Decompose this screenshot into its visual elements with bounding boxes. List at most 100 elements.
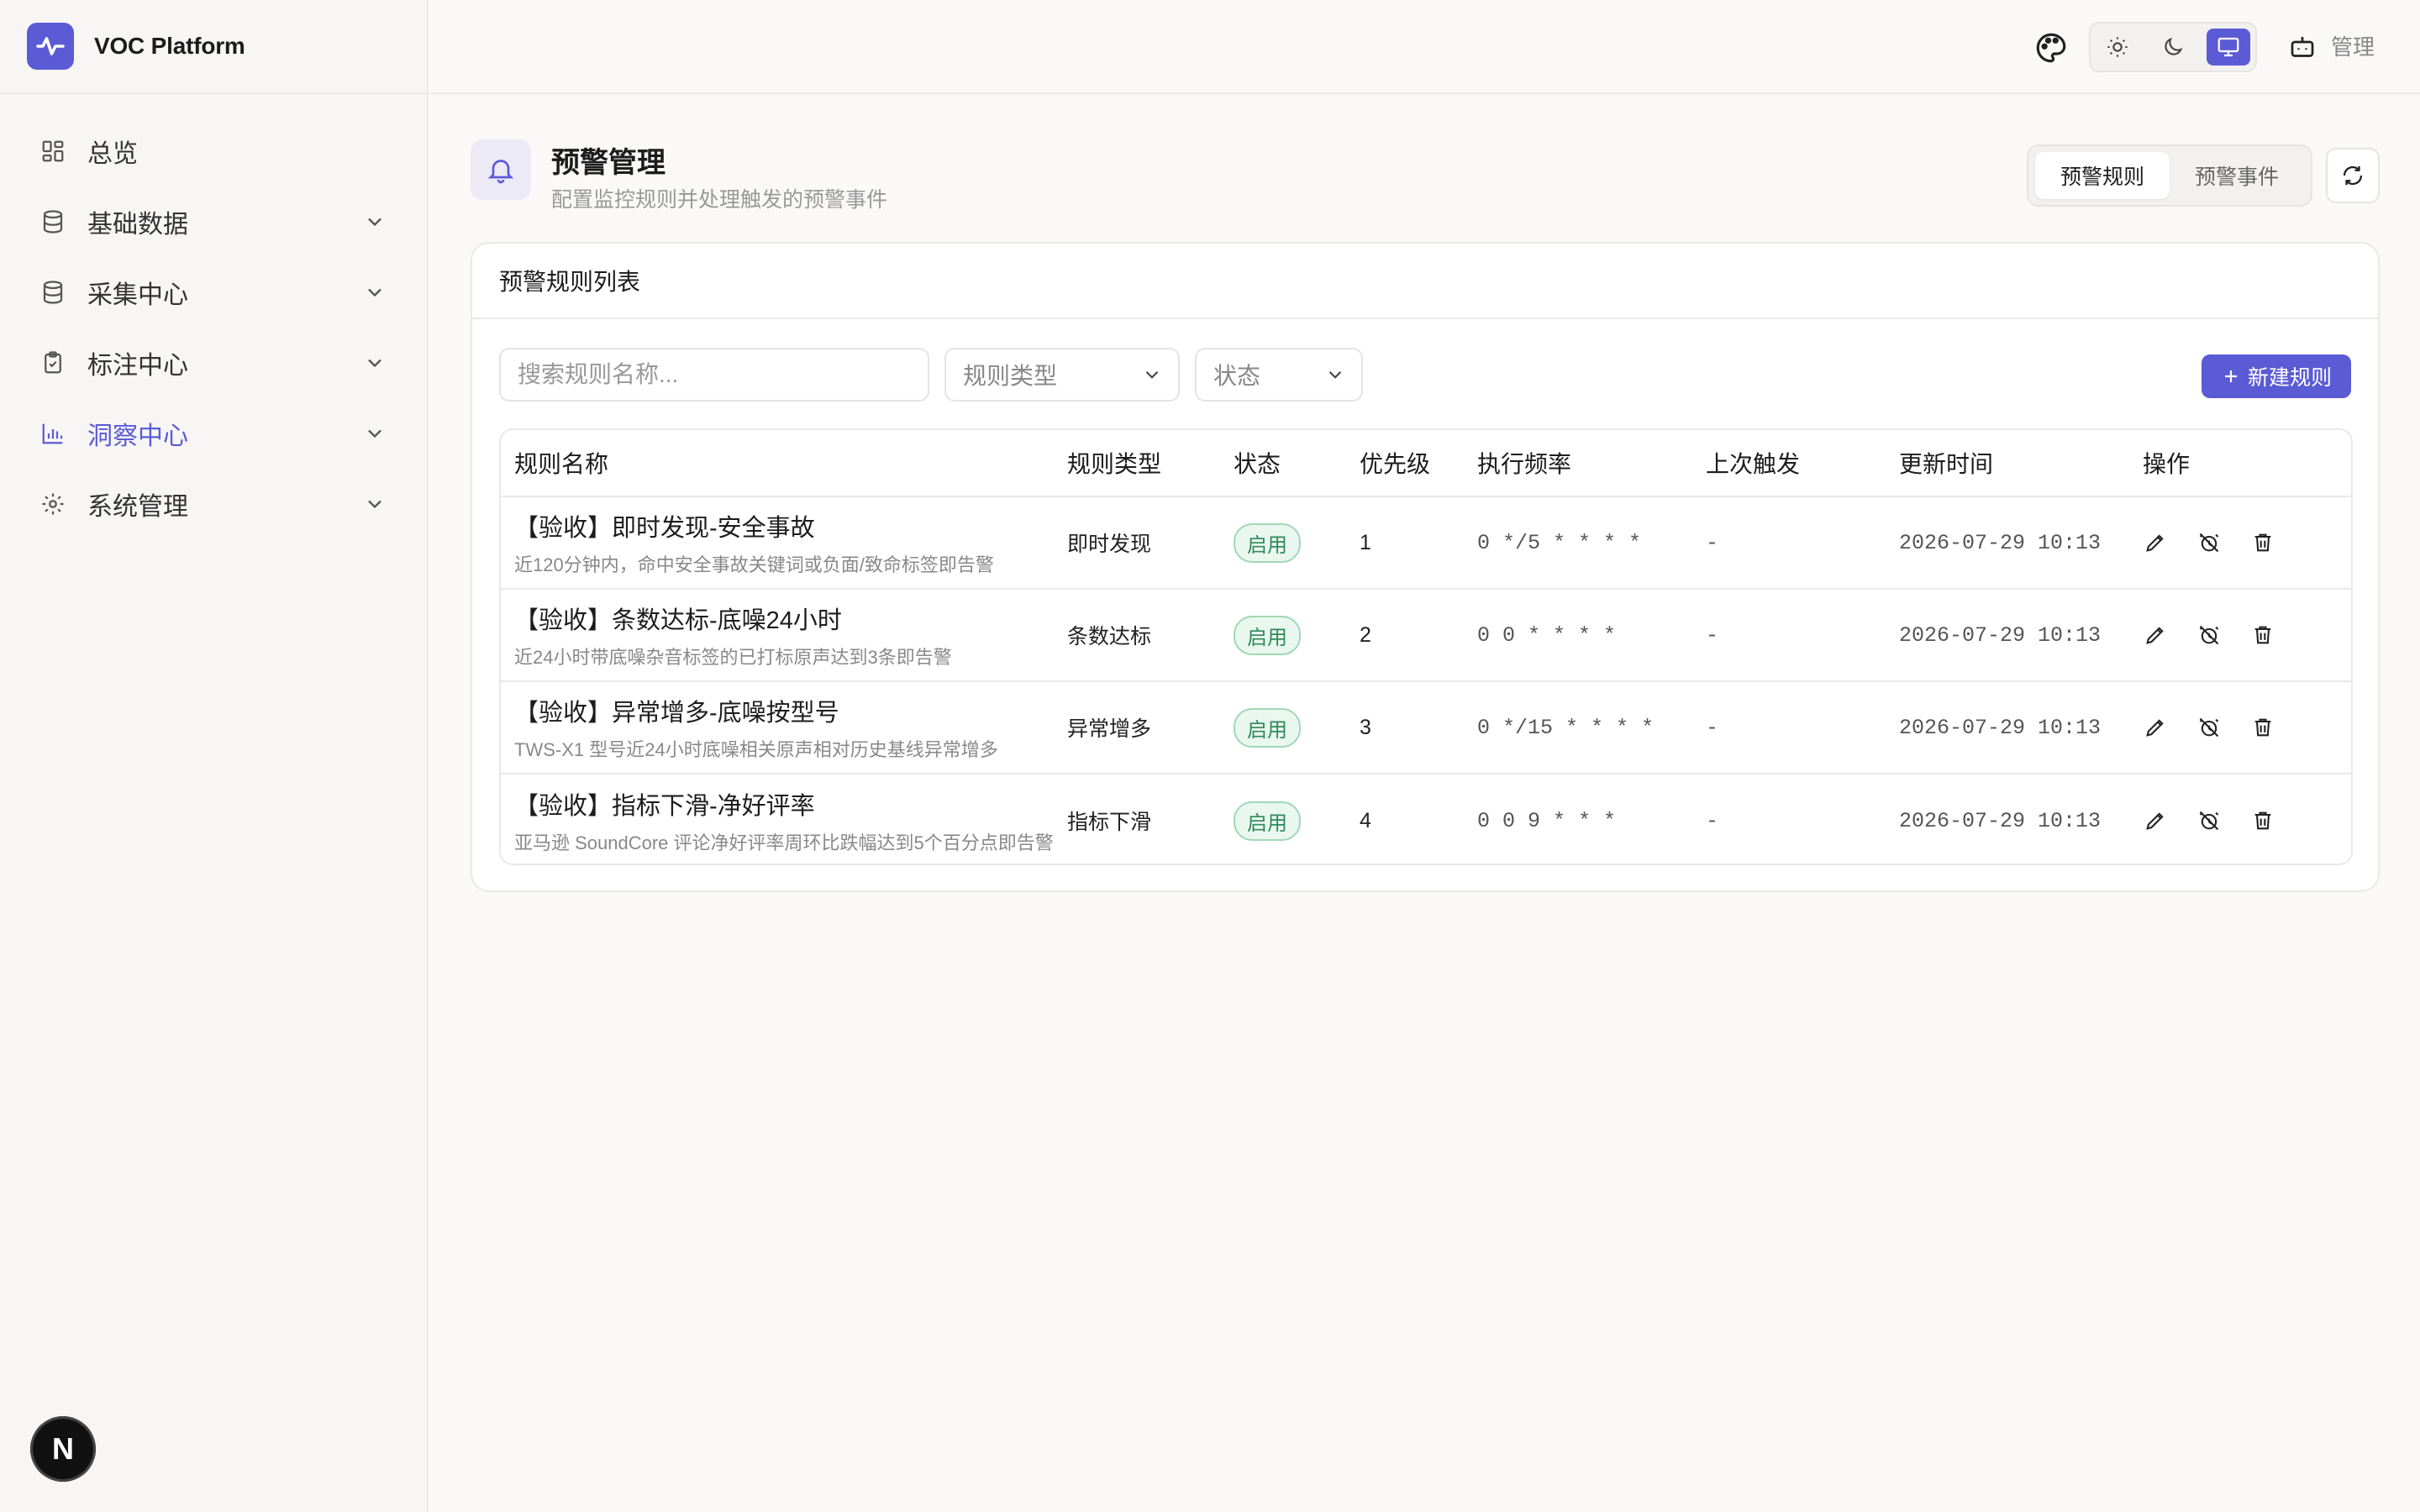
sidebar-item-label: 标注中心	[87, 352, 188, 380]
chevron-down-icon	[1328, 370, 1342, 379]
rule-priority: 1	[1360, 530, 1371, 554]
table-header: 规则名称 规则类型 状态 优先级 执行频率 上次触发 更新时间 操作	[501, 430, 2351, 497]
bar-chart-icon	[39, 419, 67, 448]
tab-alert-events[interactable]: 预警事件	[2170, 152, 2304, 199]
sidebar-item-overview[interactable]: 总览	[0, 116, 427, 186]
rule-priority: 3	[1360, 715, 1371, 739]
col-header-name[interactable]: 规则名称	[501, 446, 1067, 480]
delete-icon[interactable]	[2250, 715, 2275, 740]
delete-icon[interactable]	[2250, 622, 2275, 648]
edit-icon[interactable]	[2143, 622, 2168, 648]
nextjs-dev-badge[interactable]: N	[30, 1416, 96, 1482]
sidebar-item-label: 总览	[87, 140, 138, 168]
status-select[interactable]: 状态	[1195, 348, 1363, 402]
chevron-down-icon	[368, 218, 381, 227]
sidebar-item-collection[interactable]: 采集中心	[0, 257, 427, 328]
clipboard-check-icon	[39, 349, 67, 377]
sidebar-item-insight[interactable]: 洞察中心	[0, 398, 427, 469]
rule-type-select-label: 规则类型	[963, 363, 1058, 389]
table-row[interactable]: 【验收】指标下滑-净好评率 亚马逊 SoundCore 评论净好评率周环比跌幅达…	[501, 774, 2351, 864]
search-input[interactable]	[499, 348, 929, 402]
gear-icon	[39, 490, 67, 518]
col-header-last-triggered[interactable]: 上次触发	[1706, 446, 1899, 480]
filter-bar: 规则类型 状态 新建规则	[499, 348, 2351, 402]
disable-alarm-icon[interactable]	[2196, 808, 2222, 833]
sidebar-item-label: 洞察中心	[87, 423, 188, 450]
top-bar: 管理	[430, 0, 2420, 94]
theme-dark-button[interactable]	[2151, 29, 2195, 66]
database-icon	[39, 207, 67, 236]
rule-updated-time: 2026-07-29 10:13	[1899, 808, 2102, 833]
col-header-priority[interactable]: 优先级	[1360, 446, 1477, 480]
rule-updated-time: 2026-07-29 10:13	[1899, 530, 2102, 555]
new-rule-label: 新建规则	[2247, 366, 2332, 390]
rule-type: 指标下滑	[1067, 811, 1152, 834]
status-select-label: 状态	[1213, 363, 1261, 389]
disable-alarm-icon[interactable]	[2196, 530, 2222, 555]
sidebar-item-annotation[interactable]: 标注中心	[0, 328, 427, 398]
monitor-icon	[2217, 37, 2239, 57]
card-title: 预警规则列表	[472, 244, 2378, 319]
rule-updated-time: 2026-07-29 10:13	[1899, 715, 2102, 740]
theme-light-button[interactable]	[2096, 29, 2139, 66]
disable-alarm-icon[interactable]	[2196, 715, 2222, 740]
rule-frequency: 0 0 * * * *	[1477, 622, 1617, 648]
rule-last-triggered: -	[1706, 622, 1719, 648]
sidebar: VOC Platform 总览 基础数据 采集中心 标注中心 洞察中心 系统管理…	[0, 0, 429, 1512]
sidebar-item-system[interactable]: 系统管理	[0, 469, 427, 539]
app-logo-icon[interactable]	[27, 23, 74, 70]
page-title: 预警管理	[551, 147, 666, 179]
rule-name: 【验收】异常增多-底噪按型号	[514, 700, 839, 727]
new-rule-button[interactable]: 新建规则	[2202, 354, 2351, 398]
col-header-updated[interactable]: 更新时间	[1899, 446, 2136, 480]
rule-frequency: 0 */5 * * * *	[1477, 530, 1642, 555]
view-tabs: 预警规则 预警事件	[2027, 144, 2312, 207]
rule-description: 亚马逊 SoundCore 评论净好评率周环比跌幅达到5个百分点即告警	[514, 832, 1054, 853]
col-header-actions: 操作	[2143, 451, 2191, 477]
sidebar-item-label: 采集中心	[87, 281, 188, 309]
sidebar-header: VOC Platform	[0, 0, 427, 94]
status-badge: 启用	[1234, 707, 1301, 748]
col-header-frequency[interactable]: 执行频率	[1477, 446, 1706, 480]
sidebar-item-base-data[interactable]: 基础数据	[0, 186, 427, 257]
edit-icon[interactable]	[2143, 530, 2168, 555]
brand-name: VOC Platform	[94, 33, 245, 59]
delete-icon[interactable]	[2250, 530, 2275, 555]
table-row[interactable]: 【验收】异常增多-底噪按型号 TWS-X1 型号近24小时底噪相关原声相对历史基…	[501, 682, 2351, 774]
user-menu[interactable]: 管理	[2331, 30, 2375, 61]
tab-alert-rules[interactable]: 预警规则	[2035, 152, 2170, 199]
status-badge: 启用	[1234, 801, 1301, 841]
dashboard-icon	[39, 137, 67, 165]
rule-last-triggered: -	[1706, 530, 1719, 555]
rules-table: 规则名称 规则类型 状态 优先级 执行频率 上次触发 更新时间 操作 【验收】即…	[499, 428, 2353, 865]
table-row[interactable]: 【验收】即时发现-安全事故 近120分钟内，命中安全事故关键词或负面/致命标签即…	[501, 497, 2351, 590]
edit-icon[interactable]	[2143, 715, 2168, 740]
rule-priority: 4	[1360, 808, 1371, 832]
chevron-down-icon	[368, 288, 381, 297]
bot-icon[interactable]	[2287, 32, 2317, 62]
palette-icon[interactable]	[2033, 30, 2069, 66]
rule-last-triggered: -	[1706, 808, 1719, 833]
edit-icon[interactable]	[2143, 808, 2168, 833]
rule-updated-time: 2026-07-29 10:13	[1899, 622, 2102, 648]
rule-type: 条数达标	[1067, 625, 1152, 648]
col-header-status[interactable]: 状态	[1234, 446, 1360, 480]
chevron-down-icon	[368, 359, 381, 368]
theme-system-button[interactable]	[2207, 29, 2250, 66]
chevron-down-icon	[368, 500, 381, 509]
rule-name: 【验收】即时发现-安全事故	[514, 515, 815, 542]
rule-description: 近120分钟内，命中安全事故关键词或负面/致命标签即告警	[514, 554, 994, 575]
rule-description: 近24小时带底噪杂音标签的已打标原声达到3条即告警	[514, 647, 952, 668]
rule-type-select[interactable]: 规则类型	[944, 348, 1180, 402]
database-icon	[39, 278, 67, 307]
rule-priority: 2	[1360, 622, 1371, 647]
page-subtitle: 配置监控规则并处理触发的预警事件	[551, 188, 888, 212]
disable-alarm-icon[interactable]	[2196, 622, 2222, 648]
rule-frequency: 0 */15 * * * *	[1477, 715, 1655, 740]
delete-icon[interactable]	[2250, 808, 2275, 833]
table-row[interactable]: 【验收】条数达标-底噪24小时 近24小时带底噪杂音标签的已打标原声达到3条即告…	[501, 590, 2351, 682]
refresh-button[interactable]	[2326, 148, 2380, 203]
col-header-type[interactable]: 规则类型	[1067, 446, 1234, 480]
rules-card: 预警规则列表 规则类型 状态 新建规则 规则名称 规则类型 状态 优先级 执行频…	[471, 242, 2380, 892]
plus-icon	[2224, 370, 2237, 382]
